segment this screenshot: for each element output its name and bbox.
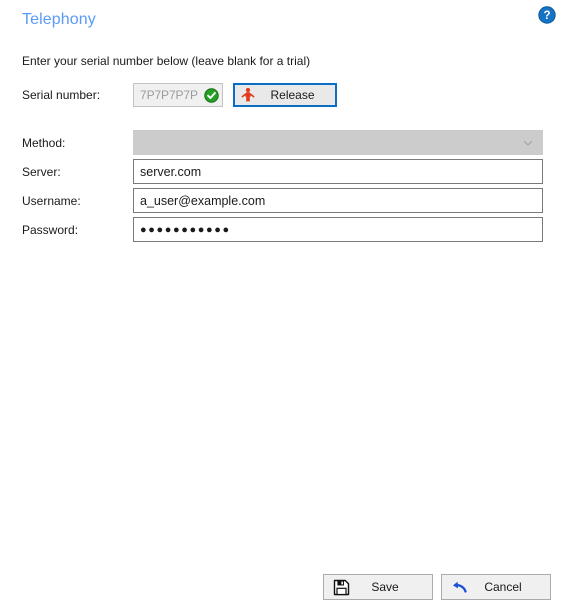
svg-text:?: ? <box>543 10 550 22</box>
server-input[interactable]: server.com <box>133 159 543 184</box>
method-label: Method: <box>22 135 66 150</box>
field-row-method: Method: <box>22 130 543 155</box>
username-input[interactable]: a_user@example.com <box>133 188 543 213</box>
field-row-server: Server: server.com <box>22 159 543 184</box>
floppy-disk-icon <box>333 579 350 596</box>
serial-number-label: Serial number: <box>22 88 101 102</box>
serial-number-value: 7P7P7P7P <box>140 88 198 102</box>
password-input[interactable]: ●●●●●●●●●●● <box>133 217 543 242</box>
field-row-password: Password: ●●●●●●●●●●● <box>22 217 543 242</box>
release-button-label: Release <box>270 88 315 102</box>
field-row-username: Username: a_user@example.com <box>22 188 543 213</box>
method-select[interactable] <box>133 130 543 155</box>
cancel-button[interactable]: Cancel <box>441 574 551 600</box>
save-button-label: Save <box>371 580 399 594</box>
serial-number-input[interactable]: 7P7P7P7P <box>133 83 223 107</box>
server-label: Server: <box>22 164 61 179</box>
release-button[interactable]: Release <box>233 83 337 107</box>
green-check-icon <box>204 87 219 103</box>
save-button[interactable]: Save <box>323 574 433 600</box>
help-icon[interactable]: ? <box>538 6 556 24</box>
chevron-down-icon <box>522 137 534 149</box>
cancel-button-label: Cancel <box>484 580 522 594</box>
connection-settings-form: Method: Server: server.com Username: a_u… <box>22 130 543 246</box>
serial-number-row: Serial number: 7P7P7P7P Release <box>22 82 337 108</box>
password-label: Password: <box>22 222 79 237</box>
dialog-footer: Save Cancel <box>0 574 564 610</box>
page-title: Telephony <box>22 11 96 28</box>
undo-arrow-icon <box>451 579 468 596</box>
username-label: Username: <box>22 193 81 208</box>
serial-instruction-text: Enter your serial number below (leave bl… <box>22 54 311 68</box>
red-person-icon <box>240 87 256 103</box>
